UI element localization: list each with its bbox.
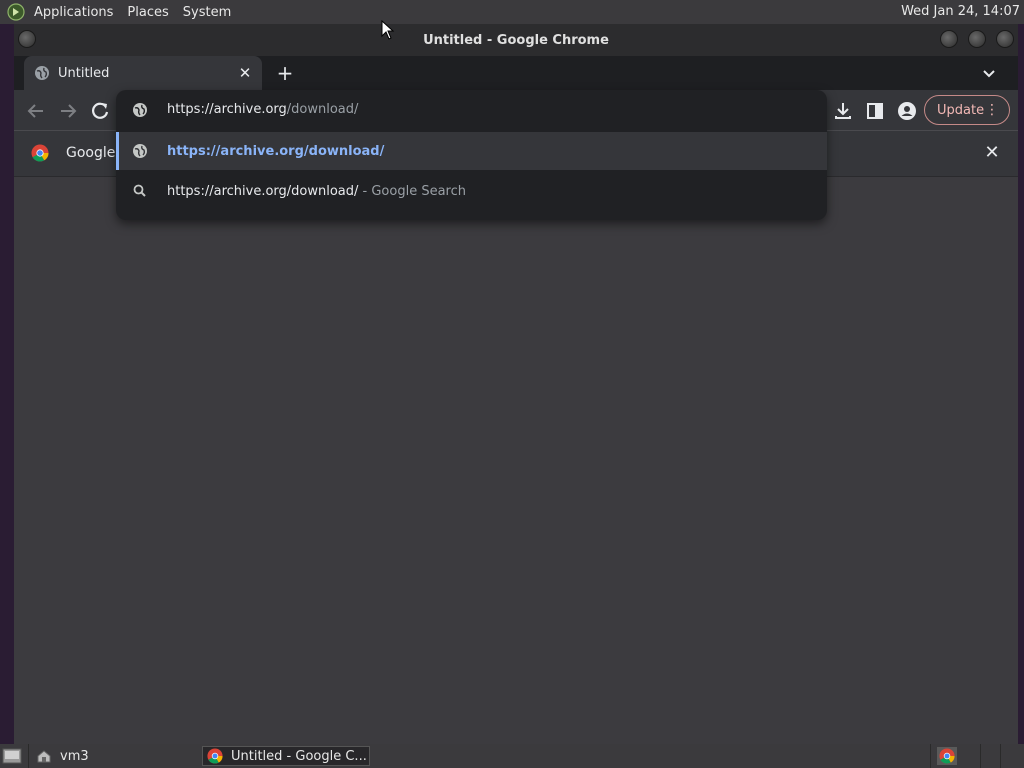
mouse-cursor-icon — [381, 20, 395, 40]
suggestion-url-text: https://archive.org/download/ — [167, 143, 385, 159]
back-icon[interactable] — [25, 100, 47, 122]
tab-search-chevron-icon[interactable] — [980, 64, 998, 82]
tab-label: Untitled — [58, 65, 110, 81]
globe-icon — [133, 103, 147, 117]
forward-icon[interactable] — [57, 100, 79, 122]
taskbar: vm3 Untitled - Google C... — [0, 744, 1024, 768]
taskbar-separator — [28, 744, 29, 768]
address-bar[interactable]: https://archive.org/download/ — [116, 90, 827, 130]
profile-avatar-icon[interactable] — [896, 100, 918, 122]
chrome-icon — [207, 748, 223, 764]
desktop-background — [0, 24, 14, 744]
clock[interactable]: Wed Jan 24, 14:07 — [901, 4, 1020, 19]
update-button[interactable]: Update ⋮ — [924, 95, 1010, 125]
chrome-logo-icon — [31, 144, 49, 162]
side-panel-icon[interactable] — [864, 100, 886, 122]
places-menu[interactable]: Places — [127, 5, 168, 20]
window-title: Untitled - Google Chrome — [423, 33, 609, 48]
globe-icon — [35, 66, 49, 80]
omnibox-dropdown: https://archive.org/download/ https://ar… — [116, 90, 827, 220]
tab-close-icon[interactable]: ✕ — [236, 64, 254, 82]
taskbar-separator — [930, 744, 931, 768]
close-window-icon[interactable] — [996, 30, 1014, 48]
reload-icon[interactable] — [89, 100, 111, 122]
new-tab-button[interactable]: + — [274, 62, 296, 84]
applications-menu[interactable]: Applications — [34, 5, 113, 20]
address-host: https://archive.org — [167, 102, 287, 117]
os-logo-icon[interactable] — [6, 2, 26, 22]
home-folder-icon — [37, 750, 51, 763]
suggestion-search[interactable]: https://archive.org/download/ - Google S… — [116, 172, 827, 210]
search-icon — [133, 184, 146, 197]
maximize-icon[interactable] — [968, 30, 986, 48]
suggestion-search-text: https://archive.org/download/ - Google S… — [167, 184, 466, 199]
suggestion-suffix: - Google Search — [362, 183, 466, 199]
globe-icon — [133, 144, 147, 158]
page-content[interactable] — [14, 176, 1018, 744]
suggestion-query: https://archive.org/download/ — [167, 183, 359, 199]
tray-chrome-icon[interactable] — [937, 747, 957, 765]
taskbar-item-label: Untitled - Google C... — [231, 748, 367, 764]
taskbar-item-vm3[interactable]: vm3 — [36, 746, 89, 766]
update-label: Update — [937, 102, 985, 118]
download-icon[interactable] — [832, 100, 854, 122]
show-desktop-icon[interactable] — [2, 747, 22, 765]
taskbar-separator — [1000, 744, 1001, 768]
taskbar-item-label: vm3 — [60, 748, 89, 764]
window-titlebar[interactable]: Untitled - Google Chrome — [14, 24, 1018, 56]
taskbar-separator — [980, 744, 981, 768]
chrome-icon — [939, 748, 955, 764]
top-panel: Applications Places System Wed Jan 24, 1… — [0, 0, 1024, 24]
infobar-text: Google — [66, 145, 116, 161]
taskbar-item-chrome[interactable]: Untitled - Google C... — [202, 746, 370, 766]
more-options-icon[interactable]: ⋮ — [985, 102, 999, 118]
system-menu[interactable]: System — [183, 5, 231, 20]
suggestion-url[interactable]: https://archive.org/download/ — [116, 132, 827, 170]
tab-untitled[interactable]: Untitled ✕ — [24, 56, 262, 90]
address-path: /download/ — [286, 102, 359, 117]
infobar-close-icon[interactable]: ✕ — [982, 143, 1002, 163]
tab-strip: Untitled ✕ + — [14, 56, 1018, 90]
minimize-icon[interactable] — [940, 30, 958, 48]
address-input[interactable]: https://archive.org/download/ — [167, 102, 358, 117]
desktop-background-right — [1018, 24, 1024, 744]
